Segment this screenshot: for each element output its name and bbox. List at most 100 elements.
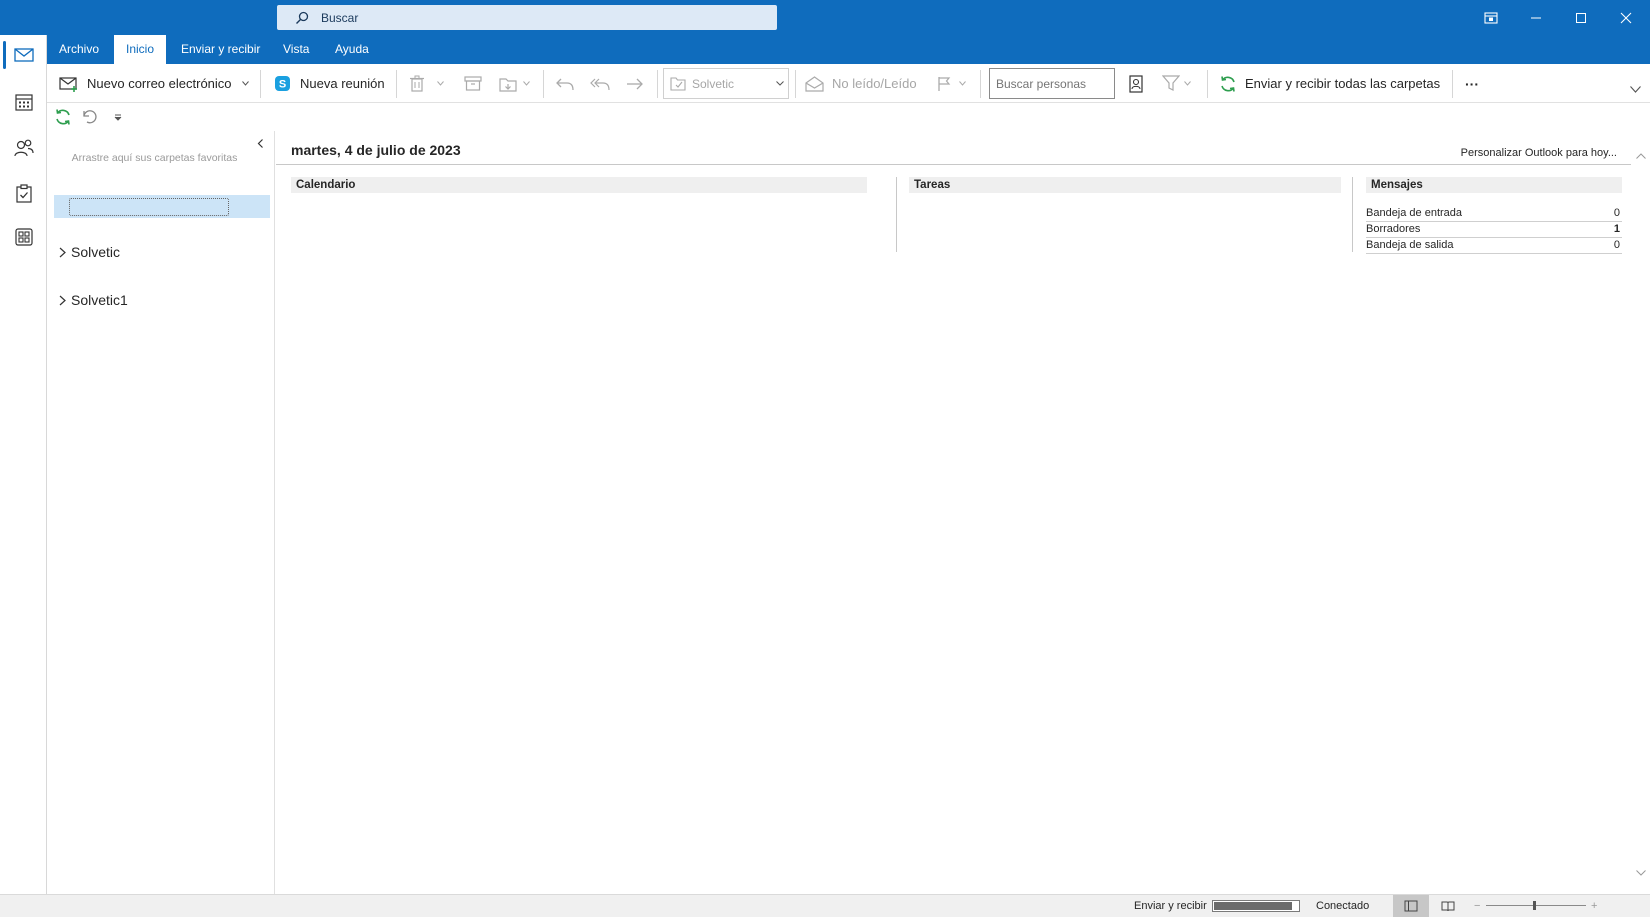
quick-access-toolbar <box>47 103 1650 131</box>
zoom-out-button[interactable]: − <box>1474 895 1480 917</box>
folder-label: Solvetic <box>71 244 121 260</box>
apps-nav-button[interactable] <box>0 217 47 257</box>
ribbon-separator <box>795 70 796 98</box>
people-nav-button[interactable] <box>0 128 47 168</box>
chevron-down-icon <box>523 81 530 86</box>
ribbon-separator <box>1207 70 1208 98</box>
chevron-down-icon[interactable] <box>776 81 784 86</box>
flag-button[interactable] <box>937 64 966 103</box>
scroll-down-icon[interactable] <box>1636 870 1646 876</box>
close-icon[interactable] <box>1604 0 1648 35</box>
tasks-icon <box>15 183 32 203</box>
folder-move-icon <box>670 76 686 91</box>
tab-enviar-y-recibir[interactable]: Enviar y recibir <box>169 35 272 64</box>
tab-ayuda[interactable]: Ayuda <box>323 35 381 64</box>
trash-icon <box>409 75 425 92</box>
forward-icon <box>625 77 645 91</box>
section-divider <box>896 177 897 252</box>
tasks-nav-button[interactable] <box>0 173 47 213</box>
send-receive-all-label: Enviar y recibir todas las carpetas <box>1245 76 1441 91</box>
folder-dropdown-value: Solvetic <box>692 76 735 91</box>
reply-all-button[interactable] <box>590 64 610 103</box>
mail-icon <box>13 48 34 62</box>
forward-button[interactable] <box>625 64 645 103</box>
favorites-drop-hint: Arrastre aquí sus carpetas favoritas <box>71 152 238 164</box>
messages-row-count: 0 <box>1613 239 1620 251</box>
vertical-scrollbar[interactable] <box>1631 131 1650 894</box>
filter-icon <box>1162 75 1180 92</box>
tab-archivo[interactable]: Archivo <box>47 35 111 64</box>
scroll-up-icon[interactable] <box>1636 153 1646 159</box>
calendar-section-title[interactable]: Calendario <box>291 177 867 193</box>
chevron-right-icon[interactable] <box>59 247 69 258</box>
section-divider <box>1352 177 1353 252</box>
filter-button[interactable] <box>1162 64 1191 103</box>
messages-row-label: Borradores <box>1366 223 1421 235</box>
coming-soon-icon[interactable] <box>1469 0 1513 35</box>
more-commands-button[interactable]: ··· <box>1465 64 1479 103</box>
selected-favorite-item[interactable] <box>54 195 270 218</box>
people-icon <box>13 139 34 157</box>
customize-outlook-today-link[interactable]: Personalizar Outlook para hoy... <box>1461 147 1617 159</box>
messages-row-label: Bandeja de salida <box>1366 239 1454 251</box>
reading-view-button[interactable] <box>1441 900 1455 912</box>
maximize-icon[interactable] <box>1559 0 1603 35</box>
mail-nav-button[interactable] <box>0 35 47 75</box>
messages-section-title: Mensajes <box>1366 177 1622 193</box>
search-box[interactable]: Buscar <box>277 5 777 30</box>
chevron-down-icon <box>1184 81 1191 86</box>
ribbon-separator <box>657 70 658 98</box>
unread-read-button[interactable]: No leído/Leído <box>805 64 917 103</box>
messages-row-drafts[interactable]: Borradores 1 <box>1366 222 1622 238</box>
send-receive-progress-bar <box>1212 900 1300 912</box>
flag-icon <box>937 76 951 92</box>
zoom-in-button[interactable]: + <box>1591 895 1597 917</box>
zoom-slider-track[interactable] <box>1486 905 1586 906</box>
reply-button[interactable] <box>555 64 575 103</box>
customize-qat-icon[interactable] <box>114 114 122 121</box>
archive-icon <box>464 76 482 91</box>
new-email-label: Nuevo correo electrónico <box>87 76 232 91</box>
reading-view-icon <box>1441 900 1455 912</box>
calendar-icon <box>14 93 33 111</box>
send-receive-qat-icon[interactable] <box>54 108 72 126</box>
search-placeholder: Buscar <box>321 10 359 25</box>
send-receive-status-label: Enviar y recibir <box>1134 900 1207 912</box>
ribbon: Nuevo correo electrónico S Nueva reunión <box>47 64 1650 103</box>
collapse-pane-chevron-icon[interactable] <box>257 139 264 148</box>
unread-read-label: No leído/Leído <box>832 76 917 91</box>
folder-dropdown[interactable]: Solvetic <box>663 68 789 99</box>
undo-icon[interactable] <box>82 109 98 125</box>
tasks-section-title[interactable]: Tareas <box>909 177 1341 193</box>
calendar-nav-button[interactable] <box>0 82 47 122</box>
new-meeting-button[interactable]: S Nueva reunión <box>274 64 385 103</box>
new-email-button[interactable]: Nuevo correo electrónico <box>59 64 249 103</box>
focus-rectangle <box>69 198 229 216</box>
title-bar: Buscar <box>0 0 1650 35</box>
address-book-button[interactable] <box>1128 64 1144 103</box>
messages-row-label: Bandeja de entrada <box>1366 207 1463 219</box>
chevron-down-icon <box>959 81 966 86</box>
outlook-today-view: martes, 4 de julio de 2023 Personalizar … <box>276 131 1650 894</box>
tab-inicio[interactable]: Inicio <box>114 35 167 64</box>
chevron-down-icon[interactable] <box>241 81 249 86</box>
normal-view-button[interactable] <box>1393 895 1429 917</box>
zoom-slider-thumb[interactable] <box>1533 901 1536 910</box>
tab-vista[interactable]: Vista <box>271 35 321 64</box>
messages-row-inbox[interactable]: Bandeja de entrada 0 <box>1366 206 1622 222</box>
delete-button[interactable] <box>409 64 444 103</box>
chevron-right-icon[interactable] <box>59 295 69 306</box>
folder-solvetic1[interactable]: Solvetic1 <box>59 292 128 308</box>
ribbon-separator <box>980 70 981 98</box>
skype-meeting-icon: S <box>274 75 291 92</box>
search-people-input[interactable] <box>989 68 1115 99</box>
header-divider <box>276 164 1631 165</box>
move-button[interactable] <box>499 64 530 103</box>
messages-row-outbox[interactable]: Bandeja de salida 0 <box>1366 238 1622 254</box>
sync-icon <box>1219 75 1237 93</box>
archive-button[interactable] <box>464 64 482 103</box>
ribbon-tabs: Archivo Inicio Enviar y recibir Vista Ay… <box>47 35 1650 64</box>
send-receive-all-button[interactable]: Enviar y recibir todas las carpetas <box>1219 64 1440 103</box>
minimize-icon[interactable] <box>1514 0 1558 35</box>
folder-solvetic[interactable]: Solvetic <box>59 244 120 260</box>
